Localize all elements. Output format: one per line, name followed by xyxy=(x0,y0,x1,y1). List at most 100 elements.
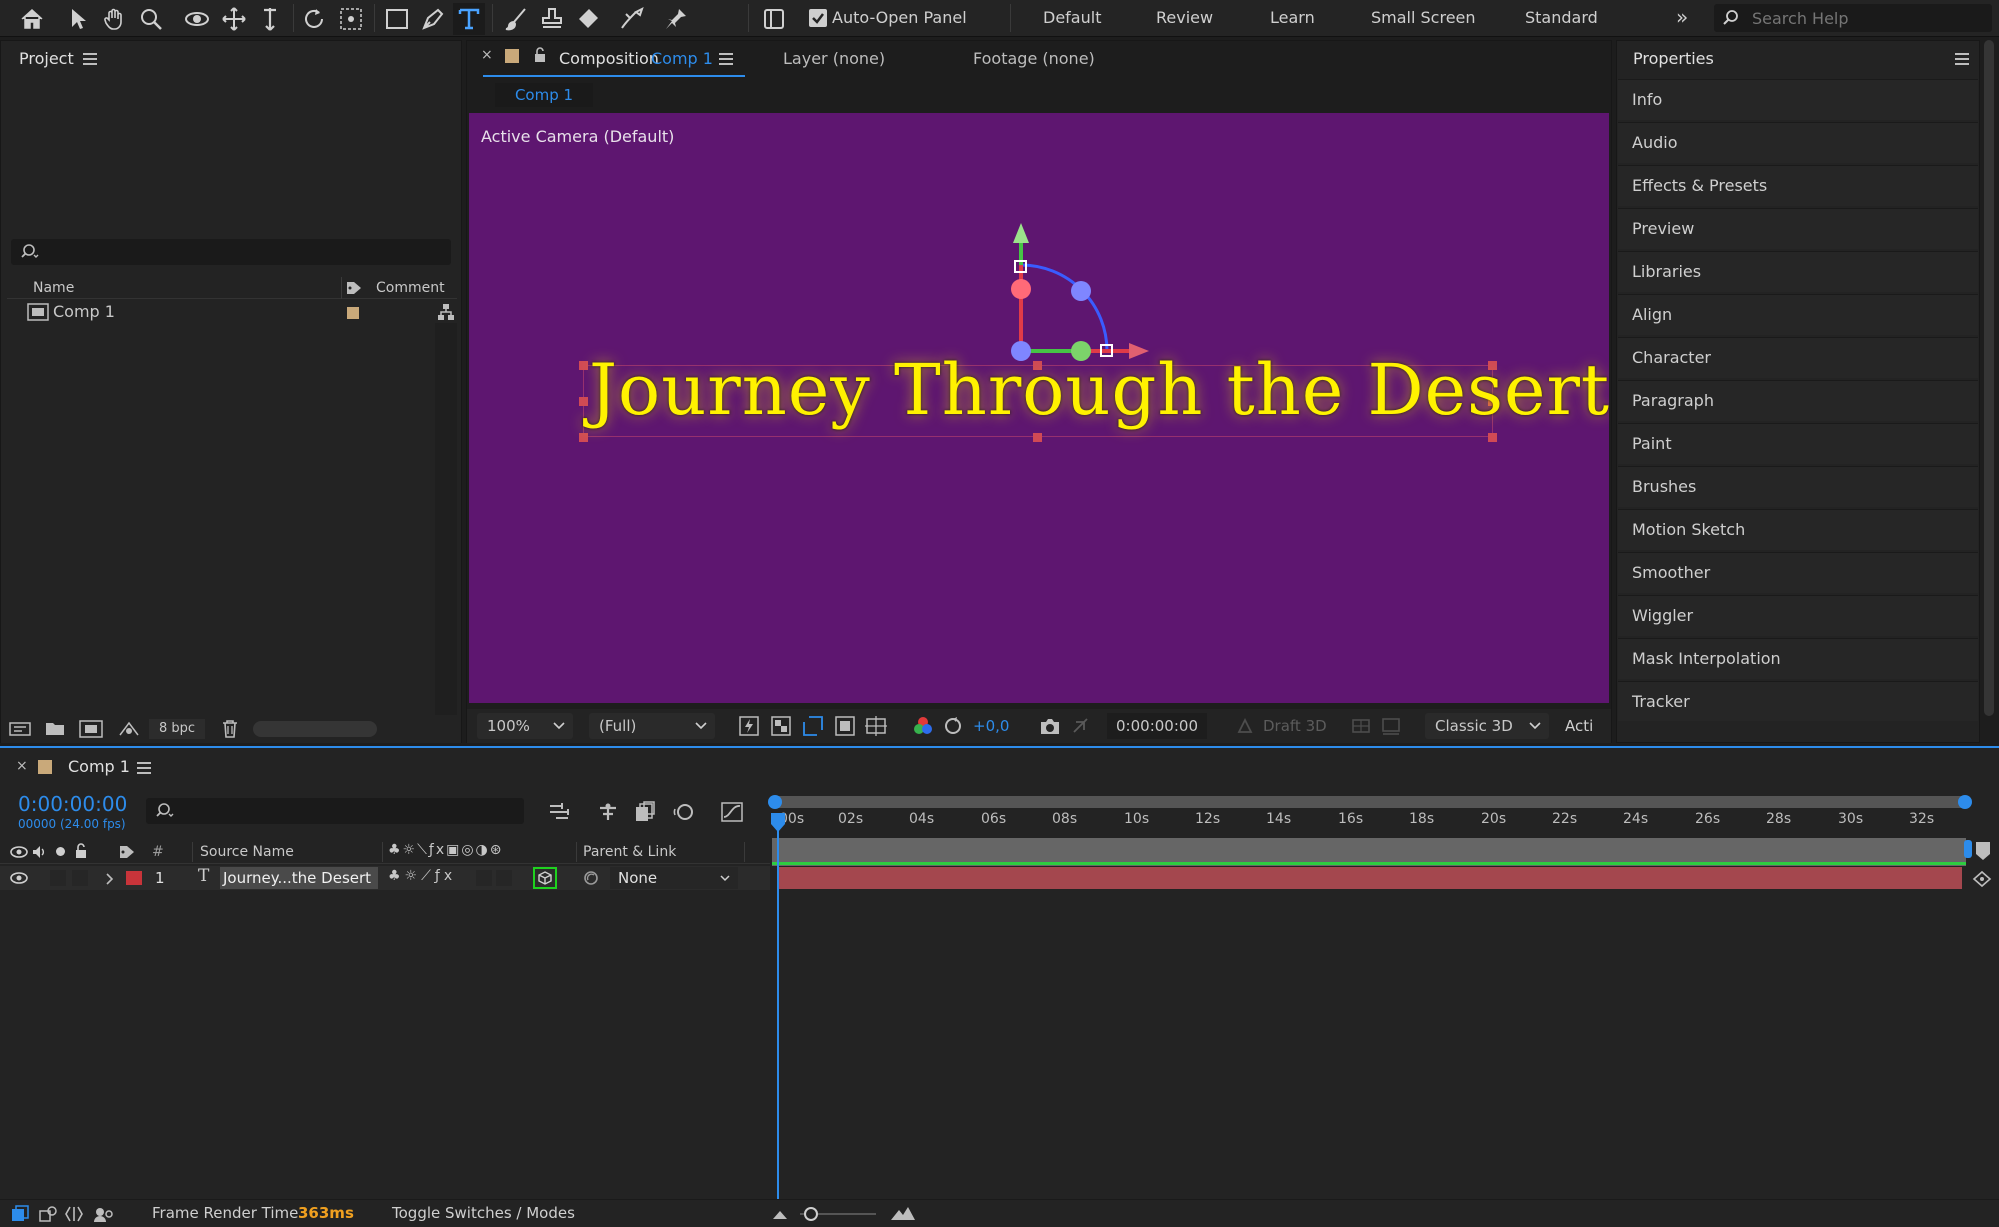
panel-item-align[interactable]: Align xyxy=(1618,294,1978,335)
column-parent-link[interactable]: Parent & Link xyxy=(583,844,676,860)
panel-item-motion-sketch[interactable]: Motion Sketch xyxy=(1618,509,1978,550)
properties-menu-icon[interactable] xyxy=(1955,53,1969,65)
project-settings-icon[interactable] xyxy=(117,720,141,738)
column-comment[interactable]: Comment xyxy=(376,280,445,296)
puppet-pin-tool-icon[interactable] xyxy=(660,3,692,35)
composition-tab-prefix[interactable]: Composition xyxy=(559,49,659,68)
panel-item-info[interactable]: Info xyxy=(1618,79,1978,120)
panel-icon[interactable] xyxy=(758,3,790,35)
comp-marker-bin-icon[interactable] xyxy=(1974,840,1992,862)
panel-item-character[interactable]: Character xyxy=(1618,337,1978,378)
workspace-small-screen[interactable]: Small Screen xyxy=(1371,8,1476,27)
orbit-camera-icon[interactable] xyxy=(181,3,213,35)
layer-lock-toggle[interactable] xyxy=(72,870,88,886)
time-navigator-end-handle[interactable] xyxy=(1958,795,1972,809)
graph-editor-icon[interactable] xyxy=(720,801,744,823)
layer-label-color[interactable] xyxy=(126,871,142,885)
current-time-display[interactable]: 0:00:00:00 xyxy=(1107,713,1207,739)
video-visibility-icon[interactable] xyxy=(10,845,28,859)
transfer-controls-pane-icon[interactable] xyxy=(38,1205,58,1223)
layer-row[interactable]: 1 T Journey...the Desert ♣☼⟋ƒx None xyxy=(0,866,770,890)
current-time-indicator-line[interactable] xyxy=(777,830,779,1200)
parent-select[interactable]: None xyxy=(610,867,738,889)
pen-tool-icon[interactable] xyxy=(417,3,449,35)
anchor-point-tool-icon[interactable] xyxy=(335,3,367,35)
time-navigator-bar[interactable] xyxy=(772,796,1966,808)
draft-3d-icon[interactable] xyxy=(1235,716,1255,736)
new-composition-icon[interactable] xyxy=(79,720,103,738)
comp-navigator-tab[interactable]: Comp 1 xyxy=(495,83,593,107)
pick-whip-icon[interactable] xyxy=(582,870,600,886)
show-snapshot-icon[interactable] xyxy=(1071,716,1091,736)
type-tool-icon[interactable] xyxy=(453,3,485,35)
panel-item-brushes[interactable]: Brushes xyxy=(1618,466,1978,507)
layer-end-icon[interactable] xyxy=(1972,870,1994,888)
time-navigator-start-handle[interactable] xyxy=(768,795,782,809)
renderer-select[interactable]: Classic 3D xyxy=(1425,713,1549,739)
composition-tab-name[interactable]: Comp 1 xyxy=(651,49,713,68)
shy-layers-icon[interactable] xyxy=(596,802,620,822)
close-tab-icon[interactable]: × xyxy=(481,47,493,63)
zoom-out-mountain-icon[interactable] xyxy=(772,1208,788,1220)
project-menu-icon[interactable] xyxy=(83,53,97,65)
timeline-comp-name[interactable]: Comp 1 xyxy=(68,757,130,776)
panel-item-paint[interactable]: Paint xyxy=(1618,423,1978,464)
layer-switches-icon[interactable]: ♣☼⟋ƒx xyxy=(388,868,456,884)
hand-tool-icon[interactable] xyxy=(99,3,131,35)
transparency-grid-icon[interactable] xyxy=(771,716,791,736)
motion-blur-icon[interactable] xyxy=(672,801,694,823)
timeline-current-time[interactable]: 0:00:00:00 xyxy=(18,792,127,816)
flowchart-icon[interactable] xyxy=(437,303,455,321)
extended-viewer-icon[interactable] xyxy=(1351,716,1371,736)
panel-item-smoother[interactable]: Smoother xyxy=(1618,552,1978,593)
panel-item-wiggler[interactable]: Wiggler xyxy=(1618,595,1978,636)
column-layer-number[interactable]: # xyxy=(152,844,164,860)
workspace-review[interactable]: Review xyxy=(1156,8,1213,27)
project-item-row[interactable]: Comp 1 xyxy=(7,301,457,323)
exposure-value[interactable]: +0,0 xyxy=(973,717,1009,735)
label-tag-icon[interactable] xyxy=(345,280,363,296)
roto-brush-tool-icon[interactable] xyxy=(616,3,648,35)
home-icon[interactable] xyxy=(16,3,48,35)
layer-adjustment-toggle[interactable] xyxy=(476,870,492,886)
auto-open-panel-checkbox[interactable] xyxy=(809,9,827,27)
panel-item-effects-presets[interactable]: Effects & Presets xyxy=(1618,165,1978,206)
layer-switches-pane-icon[interactable] xyxy=(10,1205,30,1223)
eraser-tool-icon[interactable] xyxy=(572,3,604,35)
timeline-search-input[interactable] xyxy=(146,798,524,824)
layer-source-name[interactable]: Journey...the Desert xyxy=(220,867,378,889)
rotation-tool-icon[interactable] xyxy=(298,3,330,35)
audio-icon[interactable] xyxy=(31,844,47,860)
bit-depth-button[interactable]: 8 bpc xyxy=(149,719,205,739)
layer-tab[interactable]: Layer (none) xyxy=(783,49,885,68)
3d-ground-plane-icon[interactable] xyxy=(1381,716,1401,736)
search-help-input[interactable] xyxy=(1752,7,1982,29)
comp-flowchart-icon[interactable] xyxy=(548,802,572,822)
footage-tab[interactable]: Footage (none) xyxy=(973,49,1095,68)
dolly-camera-icon[interactable] xyxy=(254,3,286,35)
layer-solo-toggle[interactable] xyxy=(50,870,66,886)
right-panel-scrollbar[interactable] xyxy=(1982,40,1996,740)
panel-item-audio[interactable]: Audio xyxy=(1618,122,1978,163)
toggle-switches-modes[interactable]: Toggle Switches / Modes xyxy=(392,1204,575,1222)
timeline-menu-icon[interactable] xyxy=(137,762,151,774)
layer-visibility-icon[interactable] xyxy=(10,871,28,885)
panel-item-preview[interactable]: Preview xyxy=(1618,208,1978,249)
brush-tool-icon[interactable] xyxy=(500,3,532,35)
expand-layer-chevron-icon[interactable] xyxy=(106,873,114,885)
transform-handle[interactable] xyxy=(579,397,588,406)
snapshot-camera-icon[interactable] xyxy=(1039,716,1061,736)
layer-duration-bar[interactable] xyxy=(778,867,1962,889)
panel-item-paragraph[interactable]: Paragraph xyxy=(1618,380,1978,421)
column-source-name[interactable]: Source Name xyxy=(200,844,294,860)
interpret-footage-icon[interactable] xyxy=(9,721,31,737)
zoom-in-mountain-icon[interactable] xyxy=(890,1205,916,1221)
selection-tool-icon[interactable] xyxy=(62,3,94,35)
grid-guides-icon[interactable] xyxy=(865,716,887,736)
rectangle-tool-icon[interactable] xyxy=(381,3,413,35)
magnification-select[interactable]: 100% xyxy=(477,713,573,739)
panel-item-libraries[interactable]: Libraries xyxy=(1618,251,1978,292)
resolution-select[interactable]: (Full) xyxy=(589,713,715,739)
trash-icon[interactable] xyxy=(221,719,239,739)
search-help-box[interactable] xyxy=(1714,4,1992,32)
